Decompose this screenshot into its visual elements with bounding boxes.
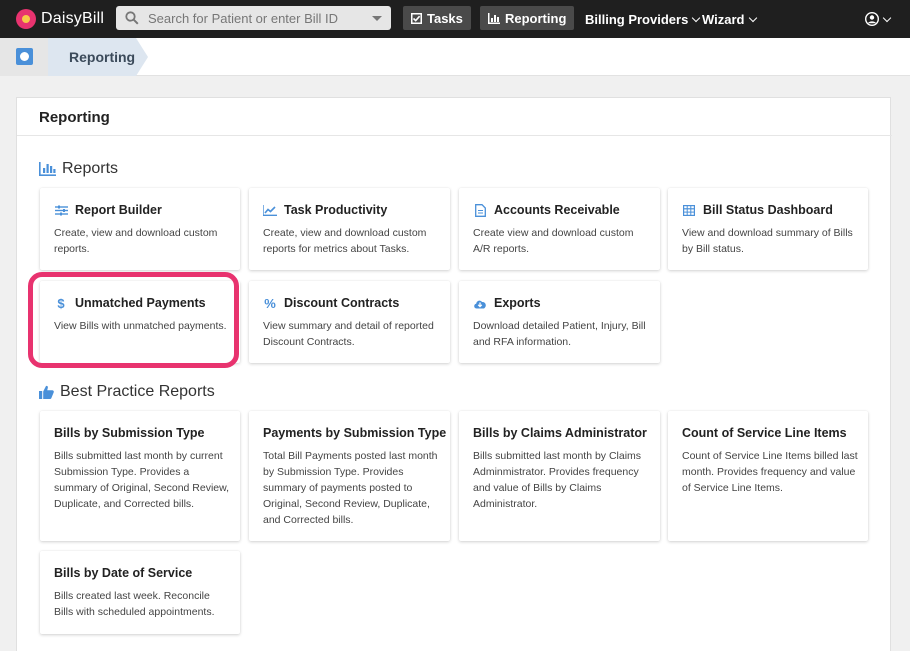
card-description: Download detailed Patient, Injury, Bill …: [473, 320, 646, 348]
dollar-icon: $: [57, 295, 65, 311]
best-practice-section-title: Best Practice Reports: [39, 383, 215, 401]
tasks-button[interactable]: Tasks: [403, 6, 471, 30]
card-description: Total Bill Payments posted last month by…: [263, 450, 438, 526]
page-title: Reporting: [39, 109, 110, 126]
top-navbar: DaisyBill Tasks Reporting Billing Provid…: [0, 0, 910, 38]
chevron-down-icon: [748, 13, 757, 22]
card-title: Unmatched Payments: [75, 296, 206, 310]
card-title: Payments by Submission Type: [263, 426, 447, 440]
percent-icon: %: [264, 295, 276, 311]
reports-section-title: Reports: [39, 160, 118, 178]
brand-link[interactable]: DaisyBill: [16, 7, 104, 31]
card-description: Bills submitted last month by current Su…: [54, 450, 230, 510]
search-input[interactable]: [148, 6, 373, 30]
card-title-row: Exports: [473, 296, 541, 310]
card-title-row: Accounts Receivable: [473, 203, 620, 217]
breadcrumb-home[interactable]: [0, 38, 48, 76]
breadcrumb: Reporting: [0, 38, 910, 76]
user-avatar-icon: [865, 12, 879, 26]
search-box[interactable]: [116, 6, 391, 30]
billing-providers-menu[interactable]: Billing Providers: [585, 0, 701, 38]
home-logo-icon: [16, 48, 33, 65]
chevron-down-icon: [692, 13, 701, 22]
bar-chart-icon: [39, 162, 56, 176]
reporting-nav-label: Reporting: [505, 10, 567, 26]
line-chart-icon: [263, 203, 277, 217]
breadcrumb-current: Reporting: [69, 49, 136, 65]
document-icon: [473, 203, 487, 217]
daisy-logo-icon: [16, 9, 36, 29]
wizard-menu[interactable]: Wizard: [702, 0, 757, 38]
report-card-discount-contracts[interactable]: % Discount Contracts View summary and de…: [249, 281, 450, 363]
best-practice-section-label: Best Practice Reports: [60, 383, 215, 400]
thumbs-up-icon: [39, 385, 54, 399]
wizard-label: Wizard: [702, 11, 745, 27]
bp-card-payments-by-submission-type[interactable]: Payments by Submission Type Total Bill P…: [249, 411, 450, 541]
card-title-row: Task Productivity: [263, 203, 387, 217]
report-card-exports[interactable]: Exports Download detailed Patient, Injur…: [459, 281, 660, 363]
card-description: Bills submitted last month by Claims Adm…: [473, 450, 642, 510]
bp-card-bills-by-date-of-service[interactable]: Bills by Date of Service Bills created l…: [40, 551, 240, 634]
card-title: Discount Contracts: [284, 296, 400, 310]
card-description: Create, view and download custom reports…: [263, 227, 427, 255]
card-title: Bill Status Dashboard: [703, 203, 833, 217]
card-description: View summary and detail of reported Disc…: [263, 320, 434, 348]
brand-name: DaisyBill: [41, 10, 105, 27]
reporting-panel: Reporting Reports Report Builder Create,…: [16, 97, 892, 651]
tasks-label: Tasks: [427, 10, 463, 26]
cloud-download-icon: [473, 296, 487, 310]
search-dropdown-caret-icon[interactable]: [372, 16, 382, 21]
report-card-report-builder[interactable]: Report Builder Create, view and download…: [40, 188, 240, 270]
card-title-row: Bill Status Dashboard: [682, 203, 833, 217]
reports-section-label: Reports: [62, 160, 119, 177]
card-description: View Bills with unmatched payments.: [54, 320, 227, 332]
card-title: Bills by Submission Type: [54, 426, 205, 440]
user-menu[interactable]: [865, 0, 892, 38]
card-title: Task Productivity: [284, 203, 388, 217]
panel-header: Reporting: [17, 98, 892, 136]
billing-providers-label: Billing Providers: [585, 11, 689, 27]
card-title: Accounts Receivable: [494, 203, 620, 217]
report-card-unmatched-payments[interactable]: $ Unmatched Payments View Bills with unm…: [40, 281, 240, 363]
card-description: View and download summary of Bills by Bi…: [682, 227, 853, 255]
report-card-task-productivity[interactable]: Task Productivity Create, view and downl…: [249, 188, 450, 270]
report-card-bill-status-dashboard[interactable]: Bill Status Dashboard View and download …: [668, 188, 868, 270]
breadcrumb-arrow: [136, 38, 148, 76]
bp-card-bills-by-claims-administrator[interactable]: Bills by Claims Administrator Bills subm…: [459, 411, 660, 541]
card-description: Count of Service Line Items billed last …: [682, 450, 858, 494]
card-title: Bills by Claims Administrator: [473, 426, 647, 440]
card-title: Count of Service Line Items: [682, 426, 847, 440]
sliders-icon: [54, 203, 68, 217]
card-title-row: $ Unmatched Payments: [54, 295, 206, 311]
report-card-accounts-receivable[interactable]: Accounts Receivable Create view and down…: [459, 188, 660, 270]
bar-chart-icon: [488, 12, 500, 24]
reporting-nav-button[interactable]: Reporting: [480, 6, 575, 30]
bp-card-count-of-service-line-items[interactable]: Count of Service Line Items Count of Ser…: [668, 411, 868, 541]
chevron-down-icon: [882, 13, 892, 22]
card-title-row: % Discount Contracts: [263, 295, 400, 311]
bp-card-bills-by-submission-type[interactable]: Bills by Submission Type Bills submitted…: [40, 411, 240, 541]
card-title-row: Report Builder: [54, 203, 162, 217]
card-description: Bills created last week. Reconcile Bills…: [54, 590, 215, 618]
search-icon: [125, 11, 139, 25]
table-icon: [682, 203, 696, 217]
card-title: Report Builder: [75, 203, 162, 217]
card-description: Create view and download custom A/R repo…: [473, 227, 634, 255]
card-title: Exports: [494, 296, 541, 310]
card-title: Bills by Date of Service: [54, 566, 193, 580]
card-description: Create, view and download custom reports…: [54, 227, 218, 255]
checkbox-icon: [411, 12, 422, 24]
